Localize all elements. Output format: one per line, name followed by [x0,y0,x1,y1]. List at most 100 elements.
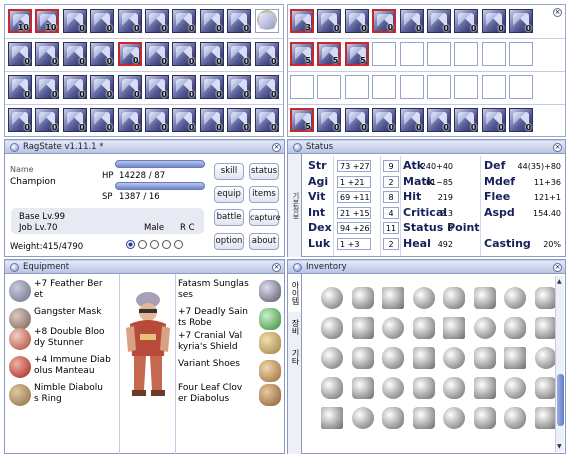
inventory-item-icon[interactable] [412,317,435,339]
about-button[interactable]: about [249,233,279,250]
option-button[interactable]: option [214,233,244,250]
close-icon[interactable]: × [553,143,562,152]
inventory-item-icon[interactable] [504,317,526,339]
hotkey-slot[interactable]: 0 [227,9,252,33]
hotkey-slot[interactable]: 0 [172,75,197,99]
inventory-item-icon[interactable] [534,377,557,399]
capture-button[interactable]: capture [249,209,281,226]
inventory-tab-items[interactable]: 아이템 [288,274,302,312]
ragstate-titlebar[interactable]: RagState v1.11.1 * × [5,140,284,154]
page-dot[interactable] [150,240,159,249]
stat-point-cost[interactable]: 4 [383,206,399,219]
stat-point-cost[interactable]: 2 [383,175,399,188]
inventory-item-icon[interactable] [351,287,374,309]
inventory-scrollbar[interactable]: ▲ ▼ [555,276,564,452]
hotkey-slot[interactable]: 0 [344,9,369,33]
hotkey-slot[interactable]: 0 [145,75,169,99]
hotkey-close-icon[interactable]: × [553,8,562,17]
inventory-item-icon[interactable] [321,347,343,369]
hotkey-slot[interactable] [481,75,506,99]
inventory-item-icon[interactable] [534,347,557,369]
hotkey-slot[interactable]: 10 [35,9,60,33]
hotkey-slot[interactable]: 0 [35,75,60,99]
equipment-item-icon[interactable] [259,280,281,302]
hotkey-slot[interactable]: 0 [35,108,60,132]
inventory-item-icon[interactable] [412,287,435,309]
hotkey-slot[interactable]: 0 [254,108,279,132]
inventory-item-icon[interactable] [534,287,557,309]
stat-point-cost[interactable]: 9 [383,160,399,172]
battle-button[interactable]: battle [214,209,244,226]
inventory-item-icon[interactable] [321,407,343,429]
hotkey-slot[interactable]: 0 [344,108,369,132]
equipment-item-icon[interactable] [9,328,31,350]
equipment-titlebar[interactable]: Equipment × [5,260,284,274]
hotkey-slot[interactable] [427,75,451,99]
hotkey-slot[interactable]: 0 [481,9,506,33]
hotkey-slot[interactable]: 0 [145,42,169,66]
hotkey-slot[interactable] [454,42,479,66]
hotkey-slot[interactable] [372,42,397,66]
hotkey-slot[interactable]: 5 [344,42,369,66]
inventory-item-icon[interactable] [382,347,404,369]
stat-point-cost[interactable]: 8 [383,191,399,203]
hotkey-slot[interactable]: 0 [317,108,342,132]
hotkey-slot[interactable] [481,42,506,66]
inventory-item-icon[interactable] [534,407,557,429]
inventory-tab-etc[interactable]: 기타 [288,342,302,372]
equipment-item-icon[interactable] [9,308,31,330]
scroll-up-icon[interactable]: ▲ [557,278,564,285]
equipment-item-icon[interactable] [9,356,31,378]
inventory-item-icon[interactable] [351,377,374,399]
hotkey-slot[interactable] [509,42,534,66]
inventory-item-icon[interactable] [443,347,465,369]
inventory-item-icon[interactable] [473,287,496,309]
equipment-item-icon[interactable] [9,280,31,302]
inventory-item-icon[interactable] [351,347,374,369]
hotkey-slot[interactable]: 0 [427,9,451,33]
hotkey-slot[interactable]: 0 [454,9,479,33]
inventory-item-icon[interactable] [473,347,496,369]
hotkey-slot[interactable]: 0 [172,42,197,66]
hotkey-slot[interactable]: 0 [117,108,142,132]
stat-point-cost[interactable]: 2 [383,237,399,250]
inventory-item-icon[interactable] [443,287,465,309]
inventory-item-icon[interactable] [382,317,404,339]
hotkey-slot[interactable]: 0 [509,9,534,33]
inventory-item-icon[interactable] [534,317,557,339]
hotkey-slot[interactable]: 0 [8,42,32,66]
inventory-item-icon[interactable] [321,317,343,339]
status-tab[interactable]: 기본정보 [288,154,302,257]
hotkey-slot[interactable]: 0 [227,42,252,66]
hotkey-slot[interactable] [427,42,451,66]
hotkey-slot[interactable] [509,75,534,99]
hotkey-slot[interactable]: 0 [509,108,534,132]
equipment-item-icon[interactable] [259,384,281,406]
skill-button[interactable]: skill [214,163,244,180]
hotkey-slot[interactable]: 0 [117,9,142,33]
equipment-item-icon[interactable] [9,384,31,406]
inventory-item-icon[interactable] [351,407,374,429]
hotkey-slot[interactable]: 0 [35,42,60,66]
hotkey-slot[interactable]: 0 [399,9,424,33]
hotkey-slot[interactable]: 0 [172,108,197,132]
hotkey-slot[interactable]: 0 [227,75,252,99]
equip-button[interactable]: equip [214,186,244,203]
hotkey-slot[interactable]: 0 [172,9,197,33]
hotkey-slot[interactable]: 0 [145,9,169,33]
inventory-item-icon[interactable] [504,287,526,309]
inventory-item-icon[interactable] [443,407,465,429]
status-titlebar[interactable]: Status × [288,140,565,154]
inventory-item-icon[interactable] [504,347,526,369]
inventory-tab-equip[interactable]: 장비 [288,312,302,342]
hotkey-slot[interactable]: 0 [117,42,142,66]
close-icon[interactable]: × [553,263,562,272]
scroll-thumb[interactable] [557,374,564,426]
hotkey-slot[interactable]: 3 [290,9,314,33]
hotkey-slot[interactable] [399,42,424,66]
hotkey-slot[interactable]: 0 [199,108,224,132]
inventory-item-icon[interactable] [504,407,526,429]
hotkey-slot[interactable] [372,75,397,99]
hotkey-slot[interactable]: 0 [199,9,224,33]
inventory-item-icon[interactable] [504,377,526,399]
